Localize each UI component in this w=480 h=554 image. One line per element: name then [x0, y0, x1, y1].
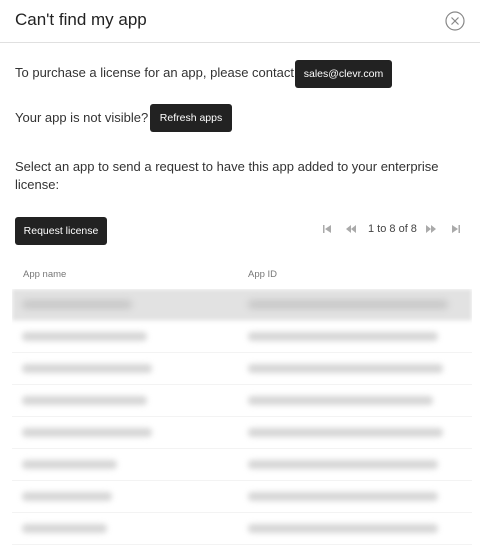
- app-name-cell: [22, 364, 152, 373]
- close-icon[interactable]: [445, 11, 465, 31]
- request-description: Select an app to send a request to have …: [15, 159, 439, 192]
- table-row[interactable]: [12, 385, 472, 417]
- app-id-cell: [248, 332, 438, 341]
- table-row[interactable]: [12, 513, 472, 545]
- app-name-cell: [22, 492, 112, 501]
- app-id-cell: [248, 364, 443, 373]
- previous-page-icon[interactable]: [344, 223, 358, 235]
- table-row[interactable]: [12, 449, 472, 481]
- app-name-cell: [22, 332, 147, 341]
- table-row[interactable]: [12, 289, 472, 321]
- contact-text: To purchase a license for an app, please…: [15, 65, 294, 80]
- app-id-cell: [248, 428, 443, 437]
- column-header-app-id[interactable]: App ID: [248, 269, 277, 280]
- app-name-cell: [22, 460, 117, 469]
- table-row[interactable]: [12, 417, 472, 449]
- next-page-icon[interactable]: [424, 223, 438, 235]
- app-id-cell: [248, 492, 438, 501]
- table-row[interactable]: [12, 321, 472, 353]
- app-id-cell: [248, 300, 448, 309]
- dialog-title: Can't find my app: [15, 10, 147, 29]
- app-name-cell: [22, 300, 132, 309]
- column-header-app-name[interactable]: App name: [23, 269, 66, 280]
- request-license-button[interactable]: Request license: [15, 217, 107, 245]
- table-row[interactable]: [12, 481, 472, 513]
- table-row[interactable]: [12, 353, 472, 385]
- refresh-apps-button[interactable]: Refresh apps: [150, 104, 232, 132]
- apps-table-body: [12, 289, 472, 554]
- app-name-cell: [22, 396, 147, 405]
- app-name-cell: [22, 524, 107, 533]
- last-page-icon[interactable]: [449, 223, 463, 235]
- app-id-cell: [248, 460, 438, 469]
- first-page-icon[interactable]: [320, 223, 334, 235]
- app-id-cell: [248, 524, 438, 533]
- app-name-cell: [22, 428, 152, 437]
- pagination-range: 1 to 8 of 8: [368, 223, 417, 235]
- visibility-text: Your app is not visible?: [15, 110, 149, 125]
- dialog-header: Can't find my app: [0, 0, 480, 43]
- app-id-cell: [248, 396, 433, 405]
- sales-email-button[interactable]: sales@clevr.com: [295, 60, 392, 88]
